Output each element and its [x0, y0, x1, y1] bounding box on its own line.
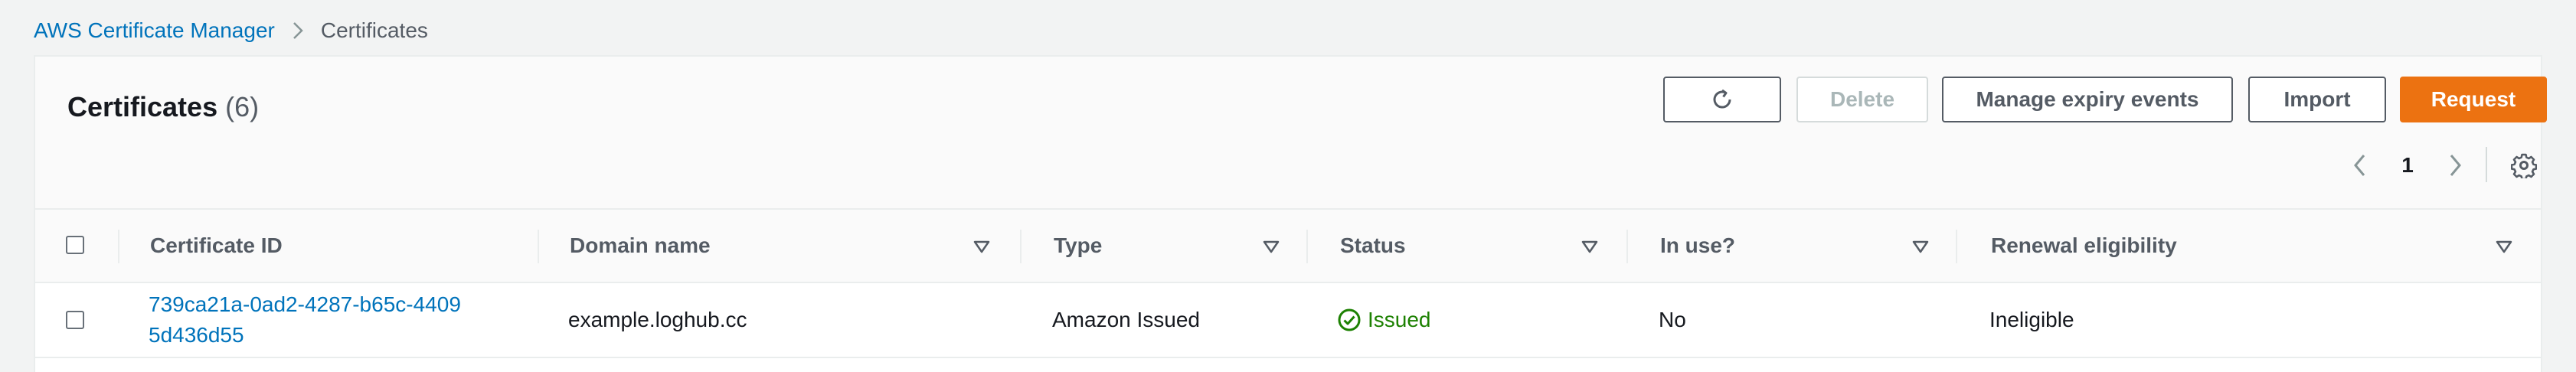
table-row: 739ca21a-0ad2-4287-b65c-44095d436d55 exa… [35, 283, 2541, 358]
certificate-id-link[interactable]: 739ca21a-0ad2-4287-b65c-44095d436d55 [149, 289, 470, 351]
status-text: Issued [1368, 308, 1431, 331]
sort-caret-icon[interactable] [1910, 236, 1931, 257]
column-divider [1306, 230, 1308, 263]
sort-caret-icon[interactable] [2493, 236, 2515, 257]
next-page-button[interactable] [2440, 142, 2470, 188]
page-title: Certificates (6) [67, 86, 259, 129]
gear-icon [2511, 153, 2537, 178]
request-button[interactable]: Request [2400, 77, 2547, 122]
select-all-checkbox[interactable] [66, 236, 84, 254]
column-header-domain-name[interactable]: Domain name [570, 210, 711, 282]
column-header-type[interactable]: Type [1054, 210, 1102, 282]
column-header-renewal-eligibility[interactable]: Renewal eligibility [1991, 210, 2177, 282]
table-header: Certificate ID Domain name Type Status I… [35, 210, 2541, 283]
cell-in-use: No [1659, 308, 1686, 331]
chevron-right-icon [292, 21, 304, 41]
page-title-text: Certificates [67, 91, 218, 122]
refresh-button[interactable] [1663, 77, 1781, 122]
panel-header: Certificates (6) Delete Manage expiry eve… [35, 57, 2547, 210]
sort-caret-icon[interactable] [1579, 236, 1600, 257]
cell-status: Issued [1337, 283, 1431, 357]
cell-type: Amazon Issued [1052, 308, 1200, 331]
status-indicator: Issued [1337, 308, 1431, 332]
chevron-left-icon [2354, 155, 2365, 176]
breadcrumb-link-acm[interactable]: AWS Certificate Manager [34, 18, 275, 43]
column-divider [1956, 230, 1957, 263]
current-page-number[interactable]: 1 [2394, 142, 2421, 188]
column-header-in-use[interactable]: In use? [1660, 210, 1735, 282]
manage-expiry-events-button[interactable]: Manage expiry events [1942, 77, 2233, 122]
cell-certificate-id: 739ca21a-0ad2-4287-b65c-44095d436d55 [149, 283, 470, 357]
cell-renewal-eligibility: Ineligible [1989, 308, 2074, 331]
certificates-panel: Certificates (6) Delete Manage expiry eve… [34, 55, 2547, 372]
import-button[interactable]: Import [2248, 77, 2386, 122]
column-divider [118, 230, 119, 263]
column-divider [1626, 230, 1628, 263]
check-circle-icon [1338, 308, 1361, 331]
cell-domain-name: example.loghub.cc [568, 308, 747, 331]
table-settings-button[interactable] [2506, 142, 2542, 188]
sort-caret-icon[interactable] [971, 236, 992, 257]
column-divider [1020, 230, 1022, 263]
previous-page-button[interactable] [2345, 142, 2375, 188]
delete-button[interactable]: Delete [1796, 77, 1928, 122]
chevron-right-icon [2450, 155, 2461, 176]
column-header-status[interactable]: Status [1340, 210, 1406, 282]
certificate-count: (6) [225, 91, 260, 122]
column-divider [538, 230, 539, 263]
column-header-certificate-id[interactable]: Certificate ID [150, 210, 283, 282]
breadcrumb-current: Certificates [320, 18, 428, 42]
refresh-icon [1713, 89, 1731, 109]
breadcrumb: AWS Certificate Manager Certificates [34, 17, 428, 44]
sort-caret-icon[interactable] [1260, 236, 1282, 257]
row-select-checkbox[interactable] [66, 311, 84, 329]
pagination-divider [2486, 147, 2487, 182]
